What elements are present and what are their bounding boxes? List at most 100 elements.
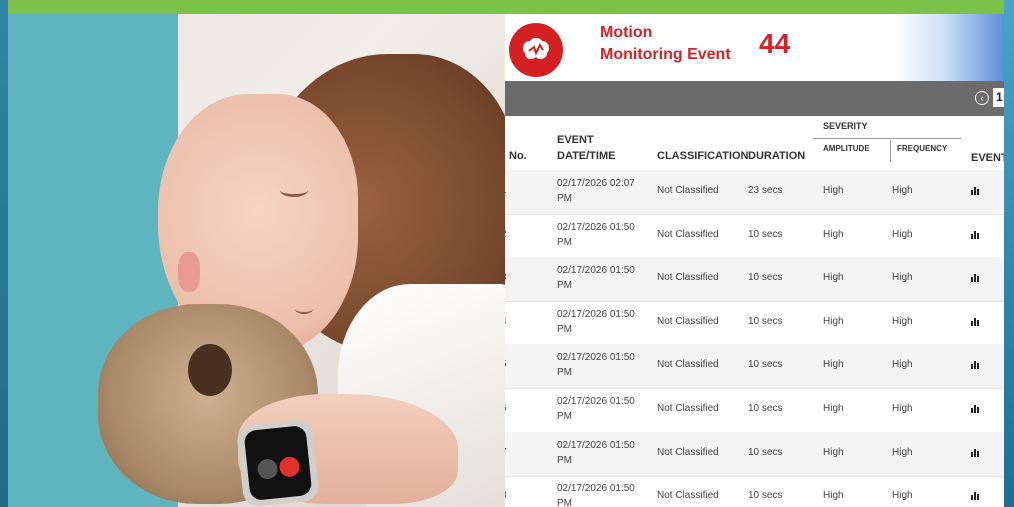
row-duration: 10 secs xyxy=(748,359,783,371)
row-duration: 10 secs xyxy=(748,272,783,284)
col-no[interactable]: No. xyxy=(509,150,527,162)
bar-chart-icon[interactable] xyxy=(971,230,981,239)
row-event-datetime: 02/17/2026 01:50 PM xyxy=(557,307,649,337)
row-time-suffix: PM xyxy=(557,323,572,335)
row-duration: 10 secs xyxy=(748,403,783,414)
row-time-suffix: PM xyxy=(557,367,572,379)
row-classification: Not Classified xyxy=(657,403,719,414)
row-event-datetime: 02/17/2026 01:50 PM xyxy=(557,350,649,380)
row-amplitude: High xyxy=(823,272,844,284)
row-amplitude: High xyxy=(823,185,844,196)
row-number: 8 xyxy=(505,490,507,501)
row-classification: Not Classified xyxy=(657,272,719,284)
table-row[interactable]: 5 Not Classified 10 secs High High 02/17/2026… xyxy=(505,344,1004,390)
brain-icon xyxy=(522,38,550,60)
watch-dismiss-icon xyxy=(256,458,279,481)
row-time-suffix: PM xyxy=(557,193,572,204)
row-date: 02/17/2026 01:50 xyxy=(557,221,635,233)
row-frequency: High xyxy=(892,403,913,414)
row-number: 7 xyxy=(505,447,507,458)
row-duration: 10 secs xyxy=(748,490,783,502)
smartwatch xyxy=(235,418,321,507)
title-line-1: Motion xyxy=(600,24,653,41)
bar-chart-icon[interactable] xyxy=(971,405,981,413)
col-event-datetime-line2[interactable]: DATE/TIME xyxy=(557,150,615,162)
row-frequency: High xyxy=(892,228,913,240)
col-severity: SEVERITY xyxy=(823,121,868,131)
page-number-input[interactable]: 1 xyxy=(993,88,1004,107)
row-event-datetime: 02/17/2026 02:07 PM xyxy=(557,176,649,206)
row-frequency: High xyxy=(892,272,913,284)
col-duration[interactable]: DURATION xyxy=(748,150,805,162)
col-event-datetime-line1[interactable]: EVENT xyxy=(557,134,594,146)
row-amplitude: High xyxy=(823,403,844,414)
app-header: Motion Monitoring Event 44 xyxy=(505,14,1004,81)
row-frequency: High xyxy=(892,490,913,502)
row-date: 02/17/2026 01:50 xyxy=(557,308,635,320)
row-date: 02/17/2026 01:50 xyxy=(557,439,635,451)
bar-chart-icon[interactable] xyxy=(971,361,981,370)
frame-left xyxy=(0,0,8,507)
bar-chart-icon[interactable] xyxy=(971,448,981,457)
row-classification: Not Classified xyxy=(657,228,719,240)
row-time-suffix: PM xyxy=(557,498,572,507)
row-amplitude: High xyxy=(823,490,844,502)
watch-alert-icon xyxy=(278,455,301,478)
col-event[interactable]: EVENT xyxy=(971,152,1004,164)
toolbar: ‹ 1 xyxy=(505,81,1004,116)
smartwatch-screen xyxy=(243,424,313,502)
table-row[interactable]: 8 Not Classified 10 secs High High 02/17/2026… xyxy=(505,475,1004,507)
page-title: Motion Monitoring Event xyxy=(600,22,731,66)
row-date: 02/17/2026 01:50 xyxy=(557,483,635,495)
teddy-bear-nose xyxy=(188,344,232,396)
col-frequency[interactable]: FREQUENCY xyxy=(897,144,947,153)
row-event-datetime: 02/17/2026 01:50 PM xyxy=(557,438,649,468)
motion-monitor-app: Motion Monitoring Event 44 ‹ 1 No. EVENT… xyxy=(505,14,1004,507)
row-number: 1 xyxy=(505,185,507,196)
row-frequency: High xyxy=(892,446,913,458)
event-count: 44 xyxy=(759,28,791,59)
row-amplitude: High xyxy=(823,446,844,458)
row-classification: Not Classified xyxy=(657,185,719,196)
row-amplitude: High xyxy=(823,359,844,371)
seizure-logo-icon xyxy=(509,23,563,77)
col-classification[interactable]: CLASSIFICATION xyxy=(657,150,748,162)
row-frequency: High xyxy=(892,359,913,371)
row-duration: 10 secs xyxy=(748,446,783,458)
row-number: 3 xyxy=(505,272,507,283)
row-amplitude: High xyxy=(823,315,844,327)
row-date: 02/17/2026 01:50 xyxy=(557,265,635,277)
row-duration: 10 secs xyxy=(748,228,783,240)
row-event-datetime: 02/17/2026 01:50 PM xyxy=(557,263,649,293)
row-event-datetime: 02/17/2026 01:50 PM xyxy=(557,220,649,250)
bar-chart-icon[interactable] xyxy=(971,187,981,195)
row-number: 6 xyxy=(505,403,507,414)
bar-chart-icon[interactable] xyxy=(971,317,981,326)
table-row[interactable]: 6 Not Classified 10 secs High High 02/17/2026… xyxy=(505,388,1004,433)
row-classification: Not Classified xyxy=(657,359,719,371)
table-row[interactable]: 2 Not Classified 10 secs High High 02/17/2026… xyxy=(505,214,1004,259)
row-number: 2 xyxy=(505,229,507,240)
chevron-left-circle-icon[interactable]: ‹ xyxy=(975,91,989,105)
row-amplitude: High xyxy=(823,228,844,240)
bar-chart-icon[interactable] xyxy=(971,492,981,501)
table-row[interactable]: 3 Not Classified 10 secs High High 02/17/2026… xyxy=(505,257,1004,303)
row-time-suffix: PM xyxy=(557,236,572,248)
row-duration: 10 secs xyxy=(748,315,783,327)
severity-divider xyxy=(813,138,961,139)
frame-right xyxy=(1004,0,1014,507)
table-row[interactable]: 4 Not Classified 10 secs High High 02/17/2026… xyxy=(505,301,1004,346)
row-time-suffix: PM xyxy=(557,280,572,292)
bar-chart-icon[interactable] xyxy=(971,274,981,283)
row-date: 02/17/2026 01:50 xyxy=(557,352,635,364)
row-date: 02/17/2026 02:07 xyxy=(557,178,635,189)
row-time-suffix: PM xyxy=(557,454,572,466)
row-frequency: High xyxy=(892,315,913,327)
lips xyxy=(178,252,200,292)
col-amplitude[interactable]: AMPLITUDE xyxy=(823,144,870,153)
table-row[interactable]: 1 Not Classified 23 secs High High 02/17/2026… xyxy=(505,170,1004,215)
row-duration: 23 secs xyxy=(748,185,783,196)
frame-top-strip xyxy=(0,0,1014,14)
table-row[interactable]: 7 Not Classified 10 secs High High 02/17/2026… xyxy=(505,431,1004,477)
row-event-datetime: 02/17/2026 01:50 PM xyxy=(557,394,649,424)
